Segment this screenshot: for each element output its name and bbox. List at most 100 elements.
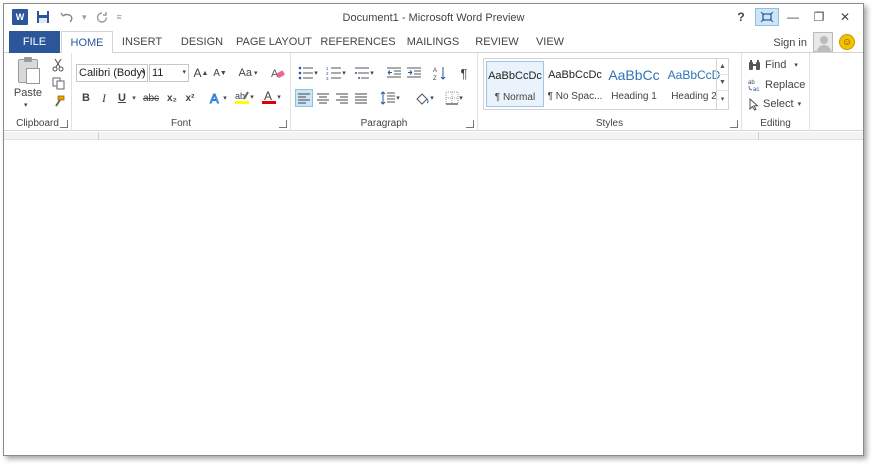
font-size-dropdown-icon[interactable]: ▾: [182, 65, 186, 81]
style-normal-name: ¶ Normal: [494, 92, 536, 103]
tab-references[interactable]: REFERENCES: [318, 31, 398, 53]
show-hide-marks-button[interactable]: ¶: [455, 64, 473, 82]
help-button[interactable]: ?: [729, 8, 753, 26]
numbering-button[interactable]: 123 ▾: [323, 64, 349, 82]
minimize-button[interactable]: —: [781, 8, 805, 26]
horizontal-ruler[interactable]: [4, 132, 863, 140]
style-no-spacing-name: ¶ No Spac...: [547, 91, 603, 102]
shading-button[interactable]: ▾: [411, 89, 437, 107]
replace-icon: abac: [748, 80, 759, 92]
style-heading-2[interactable]: AaBbCcD Heading 2: [665, 61, 723, 107]
subscript-button[interactable]: x₂: [164, 89, 180, 107]
sign-in-link[interactable]: Sign in: [773, 37, 807, 49]
superscript-button[interactable]: x²: [182, 89, 198, 107]
ruler-right-margin-mark: [758, 132, 759, 140]
close-button[interactable]: ✕: [833, 8, 857, 26]
styles-gallery-scroll: ▲ ▼ ▾: [716, 59, 728, 109]
align-left-button[interactable]: [295, 89, 313, 107]
italic-button[interactable]: I: [96, 89, 112, 107]
center-button[interactable]: [314, 89, 332, 107]
font-group-label: Font: [170, 118, 191, 129]
style-heading-2-sample: AaBbCcD: [667, 68, 721, 82]
find-button[interactable]: Find ▾: [748, 56, 798, 74]
title-bar: W ▾ ≡ Document1 - Microsoft Word Preview…: [4, 4, 863, 31]
ribbon-home: Paste ▾ Clipboard Calibri (Body) ▾ 11 ▾ …: [4, 53, 863, 131]
style-normal-sample: AaBbCcDc: [488, 70, 542, 82]
clipboard-launcher-icon[interactable]: [60, 120, 68, 128]
underline-dropdown-icon[interactable]: ▾: [130, 89, 138, 107]
text-effects-button[interactable]: A ▾: [206, 89, 230, 107]
clear-formatting-icon[interactable]: A: [270, 64, 286, 82]
bullets-dropdown-icon: ▾: [314, 70, 318, 77]
font-name-value: Calibri (Body): [79, 67, 146, 79]
text-effects-dropdown-icon: ▾: [223, 95, 227, 102]
font-name-combobox[interactable]: Calibri (Body) ▾: [76, 64, 148, 82]
styles-group: AaBbCcDc ¶ Normal AaBbCcDc ¶ No Spac... …: [478, 53, 742, 131]
strikethrough-button[interactable]: abc: [140, 89, 162, 107]
ruler-left-margin-mark: [98, 132, 99, 140]
shrink-font-arrow-icon: ▼: [219, 69, 227, 77]
shrink-font-glyph: A: [213, 67, 220, 79]
ribbon-tabs: FILE HOME INSERT DESIGN PAGE LAYOUT REFE…: [4, 31, 863, 54]
tab-page-layout[interactable]: PAGE LAYOUT: [234, 31, 314, 53]
grow-font-button[interactable]: A ▲: [193, 64, 209, 82]
svg-text:ab: ab: [748, 80, 755, 86]
style-normal[interactable]: AaBbCcDc ¶ Normal: [486, 61, 544, 107]
select-dropdown-icon: ▾: [797, 101, 802, 108]
copy-icon[interactable]: [50, 75, 66, 91]
restore-button[interactable]: ❐: [807, 8, 831, 26]
style-no-spacing[interactable]: AaBbCcDc ¶ No Spac...: [546, 61, 604, 107]
cut-icon[interactable]: [50, 57, 66, 73]
tab-view[interactable]: VIEW: [530, 31, 570, 53]
font-name-dropdown-icon[interactable]: ▾: [141, 65, 145, 81]
bold-button[interactable]: B: [78, 89, 94, 107]
tab-design[interactable]: DESIGN: [174, 31, 230, 53]
gallery-scroll-down-icon[interactable]: ▼: [717, 75, 728, 91]
sort-icon[interactable]: AZ: [431, 64, 449, 82]
svg-text:ab: ab: [235, 91, 245, 101]
line-spacing-button[interactable]: ▾: [377, 89, 403, 107]
justify-button[interactable]: [352, 89, 370, 107]
font-color-dropdown-icon: ▾: [277, 94, 281, 101]
paragraph-group-label: Paragraph: [360, 118, 408, 129]
format-painter-icon[interactable]: [50, 93, 66, 109]
tab-file[interactable]: FILE: [9, 31, 60, 53]
tab-mailings[interactable]: MAILINGS: [402, 31, 464, 53]
paragraph-launcher-icon[interactable]: [466, 120, 474, 128]
decrease-indent-icon[interactable]: [385, 64, 403, 82]
tab-insert[interactable]: INSERT: [116, 31, 168, 53]
svg-text:A: A: [433, 68, 437, 74]
svg-text:A: A: [264, 89, 272, 103]
select-cursor-icon: [749, 97, 759, 111]
gallery-scroll-up-icon[interactable]: ▲: [717, 59, 728, 75]
shrink-font-button[interactable]: A ▼: [212, 64, 228, 82]
document-area[interactable]: [4, 132, 863, 455]
styles-launcher-icon[interactable]: [730, 120, 738, 128]
font-launcher-icon[interactable]: [279, 120, 287, 128]
tab-home[interactable]: HOME: [61, 31, 113, 54]
svg-text:A: A: [210, 91, 219, 105]
word-window: W ▾ ≡ Document1 - Microsoft Word Preview…: [3, 3, 864, 456]
avatar[interactable]: [813, 32, 833, 52]
underline-button[interactable]: U: [114, 89, 130, 107]
replace-button[interactable]: ab ac Replace: [748, 76, 805, 94]
send-feedback-smiley-icon[interactable]: ☺: [839, 34, 855, 50]
grow-font-arrow-icon: ▲: [201, 69, 209, 77]
tab-review[interactable]: REVIEW: [472, 31, 522, 53]
borders-button[interactable]: ▾: [441, 89, 467, 107]
paste-button[interactable]: Paste ▾: [10, 57, 46, 113]
text-highlight-color-button[interactable]: ab ▾: [232, 87, 256, 107]
select-button[interactable]: Select ▾: [748, 95, 801, 113]
ribbon-display-options-button[interactable]: [755, 8, 779, 26]
multilevel-list-button[interactable]: ▾: [351, 64, 377, 82]
change-case-label: Aa: [238, 67, 252, 79]
font-size-combobox[interactable]: 11 ▾: [149, 64, 189, 82]
gallery-more-icon[interactable]: ▾: [717, 91, 728, 107]
bullets-button[interactable]: ▾: [295, 64, 321, 82]
style-heading-1[interactable]: AaBbCc Heading 1: [605, 61, 663, 107]
align-right-button[interactable]: [333, 89, 351, 107]
increase-indent-icon[interactable]: [405, 64, 423, 82]
font-color-button[interactable]: A ▾: [258, 87, 284, 107]
style-heading-2-name: Heading 2: [671, 91, 717, 102]
change-case-button[interactable]: Aa ▾: [234, 64, 262, 82]
